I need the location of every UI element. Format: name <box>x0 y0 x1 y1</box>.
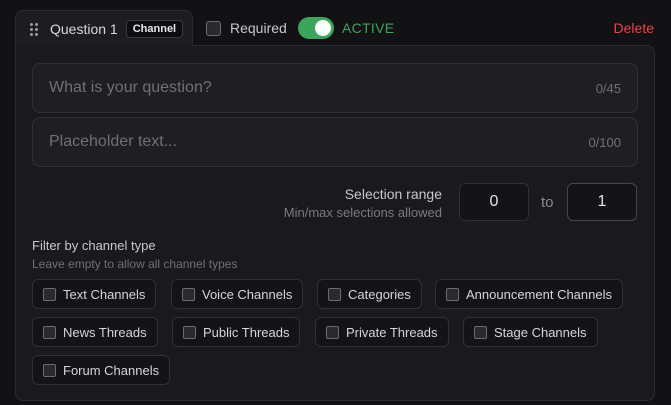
required-toggle[interactable]: Required <box>206 20 287 36</box>
option-label: Categories <box>348 286 411 302</box>
option-text-channels[interactable]: Text Channels <box>32 279 157 309</box>
question-panel: 0/45 0/100 Selection range Min/max selec… <box>15 45 655 401</box>
placeholder-char-counter: 0/100 <box>588 134 621 150</box>
option-news-threads[interactable]: News Threads <box>32 317 158 347</box>
option-checkbox[interactable] <box>326 325 339 339</box>
option-private-threads[interactable]: Private Threads <box>315 317 449 347</box>
selection-range-label: Selection range Min/max selections allow… <box>284 186 442 220</box>
question-tab[interactable]: Question 1 Channel <box>15 10 193 46</box>
placeholder-field[interactable]: 0/100 <box>32 117 638 167</box>
selection-range-title: Selection range <box>344 186 442 202</box>
option-announcement-channels[interactable]: Announcement Channels <box>435 279 623 309</box>
filter-title: Filter by channel type <box>32 238 156 253</box>
question-char-counter: 0/45 <box>595 80 621 96</box>
active-label: ACTIVE <box>342 20 395 36</box>
question-type-badge: Channel <box>125 19 184 38</box>
option-categories[interactable]: Categories <box>317 279 422 309</box>
option-checkbox[interactable] <box>183 325 196 339</box>
min-selections-input[interactable] <box>459 183 529 221</box>
selection-range-subtitle: Min/max selections allowed <box>283 205 442 220</box>
question-field[interactable]: 0/45 <box>32 63 638 113</box>
option-checkbox[interactable] <box>328 287 341 301</box>
required-label: Required <box>230 20 287 36</box>
option-label: Voice Channels <box>202 286 293 302</box>
option-label: Public Threads <box>203 324 290 340</box>
option-checkbox[interactable] <box>474 325 487 339</box>
question-title: Question 1 <box>50 20 118 37</box>
option-forum-channels[interactable]: Forum Channels <box>32 355 171 385</box>
max-selections-input[interactable] <box>567 183 637 221</box>
option-voice-channels[interactable]: Voice Channels <box>171 279 304 309</box>
option-public-threads[interactable]: Public Threads <box>172 317 301 347</box>
placeholder-input[interactable] <box>49 133 589 151</box>
option-label: Announcement Channels <box>466 286 612 302</box>
drag-handle-icon[interactable] <box>30 22 38 36</box>
option-label: Private Threads <box>346 324 438 340</box>
filter-subtitle: Leave empty to allow all channel types <box>32 257 238 271</box>
active-switch[interactable] <box>298 17 334 39</box>
option-label: Text Channels <box>63 286 146 302</box>
option-checkbox[interactable] <box>43 325 56 339</box>
option-checkbox[interactable] <box>43 287 56 301</box>
question-input[interactable] <box>49 79 596 97</box>
option-label: Stage Channels <box>494 324 587 340</box>
option-label: News Threads <box>63 324 147 340</box>
option-checkbox[interactable] <box>182 287 195 301</box>
range-to-label: to <box>541 194 554 211</box>
delete-button[interactable]: Delete <box>614 20 654 36</box>
option-checkbox[interactable] <box>43 363 56 377</box>
option-stage-channels[interactable]: Stage Channels <box>463 317 598 347</box>
required-checkbox[interactable] <box>206 20 221 36</box>
option-label: Forum Channels <box>63 362 160 378</box>
option-checkbox[interactable] <box>446 287 459 301</box>
switch-knob <box>315 20 331 36</box>
